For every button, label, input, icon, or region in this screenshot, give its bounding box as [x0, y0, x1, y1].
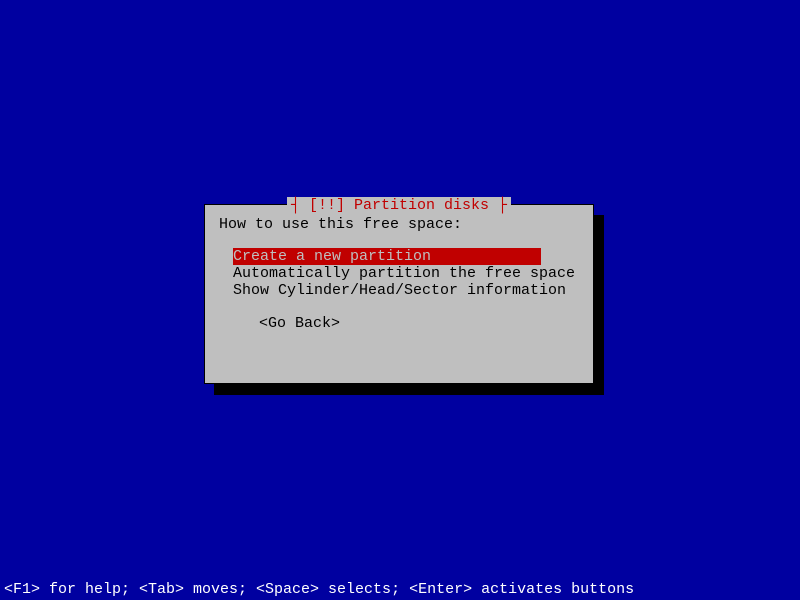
menu-options: Create a new partition Automatically par…	[233, 248, 579, 299]
help-bar: <F1> for help; <Tab> moves; <Space> sele…	[4, 581, 634, 598]
dialog-title: ┤ [!!] Partition disks ├	[287, 197, 511, 214]
dialog-content: How to use this free space: Create a new…	[205, 205, 593, 343]
option-create-partition[interactable]: Create a new partition	[233, 248, 541, 265]
go-back-button[interactable]: <Go Back>	[259, 315, 579, 332]
prompt-text: How to use this free space:	[219, 216, 579, 233]
option-auto-partition[interactable]: Automatically partition the free space	[233, 265, 579, 282]
option-show-chs[interactable]: Show Cylinder/Head/Sector information	[233, 282, 579, 299]
partition-dialog: ┤ [!!] Partition disks ├ How to use this…	[204, 204, 594, 384]
dialog-title-container: ┤ [!!] Partition disks ├	[205, 197, 593, 214]
